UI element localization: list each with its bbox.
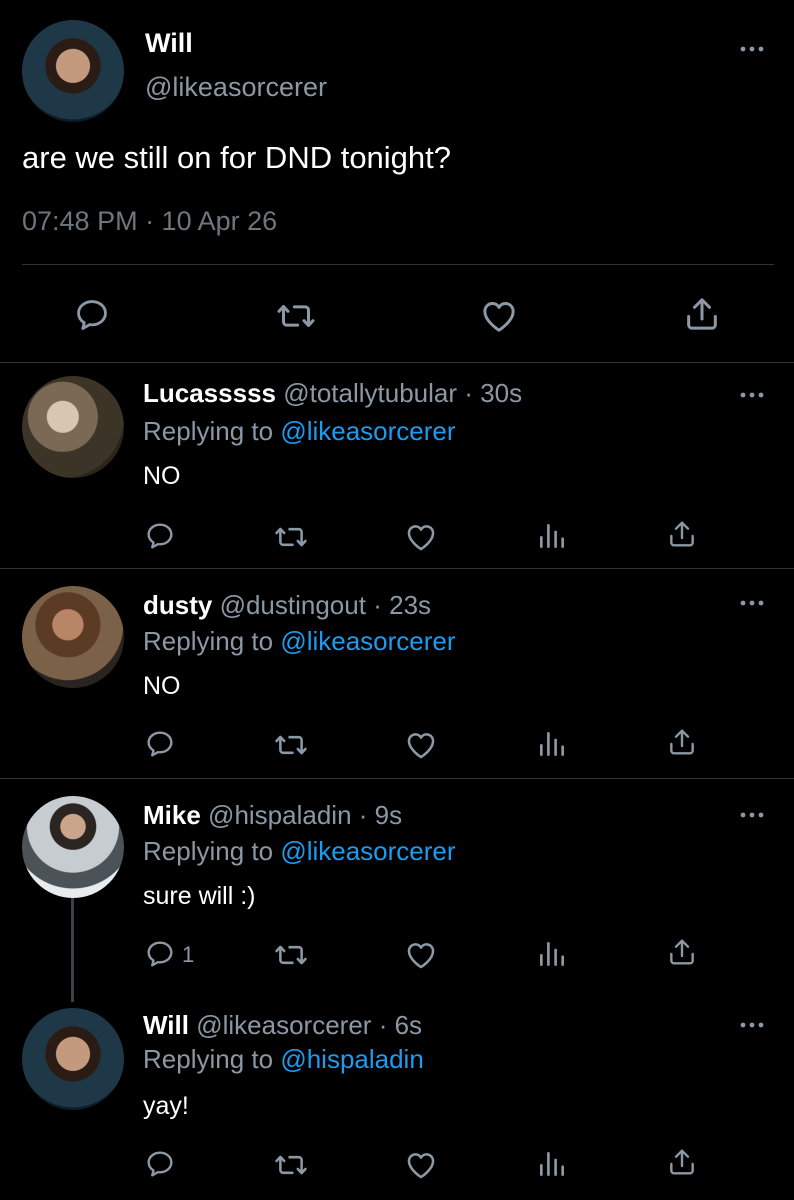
share-icon[interactable] [682, 294, 722, 334]
retweet-icon[interactable] [274, 1148, 308, 1182]
reply-text: NO [143, 672, 181, 700]
reply-icon[interactable] [144, 728, 176, 760]
separator: · [358, 800, 368, 830]
analytics-icon[interactable] [536, 938, 568, 970]
like-icon[interactable] [479, 296, 519, 336]
reply-author-handle[interactable]: @likeasorcerer [196, 1010, 371, 1040]
tweet-timestamp[interactable]: 07:48 PM · 10 Apr 26 [22, 206, 277, 237]
like-icon[interactable] [404, 728, 438, 762]
replying-label: Replying to [143, 416, 281, 446]
separator: · [373, 590, 382, 620]
replying-to: Replying to @likeasorcerer [143, 416, 456, 447]
avatar[interactable] [22, 376, 124, 478]
analytics-icon[interactable] [536, 728, 568, 760]
more-icon[interactable] [740, 1020, 764, 1030]
reply-author-name[interactable]: Will [143, 1010, 189, 1040]
replying-to: Replying to @likeasorcerer [143, 836, 456, 867]
reply-count: 1 [182, 942, 195, 967]
share-icon[interactable] [666, 936, 698, 968]
share-icon[interactable] [666, 518, 698, 550]
reply-time[interactable]: 23s [389, 590, 431, 620]
reply-tweet[interactable]: Mike @hispaladin · 9s Replying to @likea… [0, 778, 794, 996]
replying-label: Replying to [143, 836, 281, 866]
replying-label: Replying to [143, 626, 281, 656]
reply-author-handle[interactable]: @hispaladin [208, 800, 351, 830]
avatar[interactable] [22, 586, 124, 688]
retweet-icon[interactable] [274, 728, 308, 762]
replying-to-link[interactable]: @likeasorcerer [280, 836, 455, 866]
reply-author-handle[interactable]: @dustingout [220, 590, 366, 620]
more-icon[interactable] [740, 598, 764, 608]
like-icon[interactable] [404, 520, 438, 554]
divider [22, 264, 774, 265]
avatar[interactable] [22, 1008, 124, 1110]
like-icon[interactable] [404, 1148, 438, 1182]
replying-to-link[interactable]: @likeasorcerer [280, 626, 455, 656]
more-icon[interactable] [740, 390, 764, 400]
analytics-icon[interactable] [536, 1148, 568, 1180]
reply-tweet[interactable]: Will @likeasorcerer · 6s Replying to @hi… [0, 996, 794, 1200]
reply-text: sure will :) [143, 882, 256, 910]
more-icon[interactable] [740, 810, 764, 820]
author-handle[interactable]: @likeasorcerer [145, 72, 327, 103]
avatar[interactable] [22, 20, 124, 122]
reply-text: yay! [143, 1092, 189, 1120]
reply-tweet[interactable]: Lucasssss @totallytubular · 30s Replying… [0, 362, 794, 568]
reply-icon[interactable] [144, 938, 176, 970]
reply-time[interactable]: 9s [375, 800, 402, 830]
reply-author-name[interactable]: Lucasssss [143, 378, 276, 408]
reply-tweet[interactable]: dusty @dustingout · 23s Replying to @lik… [0, 568, 794, 778]
replying-to-link[interactable]: @likeasorcerer [280, 416, 455, 446]
reply-author-handle[interactable]: @totallytubular [283, 378, 457, 408]
share-icon[interactable] [666, 1146, 698, 1178]
reply-icon[interactable] [73, 296, 111, 334]
author-name[interactable]: Will [145, 28, 193, 59]
retweet-icon[interactable] [274, 520, 308, 554]
analytics-icon[interactable] [536, 520, 568, 552]
retweet-icon[interactable] [274, 938, 308, 972]
retweet-icon[interactable] [276, 296, 316, 336]
reply-time[interactable]: 30s [480, 378, 522, 408]
tweet-text: are we still on for DND tonight? [22, 140, 452, 175]
reply-author-name[interactable]: dusty [143, 590, 212, 620]
separator: · [464, 378, 473, 408]
separator: · [378, 1010, 388, 1040]
replying-to: Replying to @hispaladin [143, 1044, 424, 1075]
reply-icon[interactable] [144, 520, 176, 552]
like-icon[interactable] [404, 938, 438, 972]
replying-to-link[interactable]: @hispaladin [280, 1044, 423, 1074]
reply-text: NO [143, 462, 181, 490]
share-icon[interactable] [666, 726, 698, 758]
reply-time[interactable]: 6s [395, 1010, 422, 1040]
replying-label: Replying to [143, 1044, 281, 1074]
more-icon[interactable] [740, 44, 764, 54]
reply-icon[interactable] [144, 1148, 176, 1180]
replying-to: Replying to @likeasorcerer [143, 626, 456, 657]
avatar[interactable] [22, 796, 124, 898]
reply-author-name[interactable]: Mike [143, 800, 201, 830]
